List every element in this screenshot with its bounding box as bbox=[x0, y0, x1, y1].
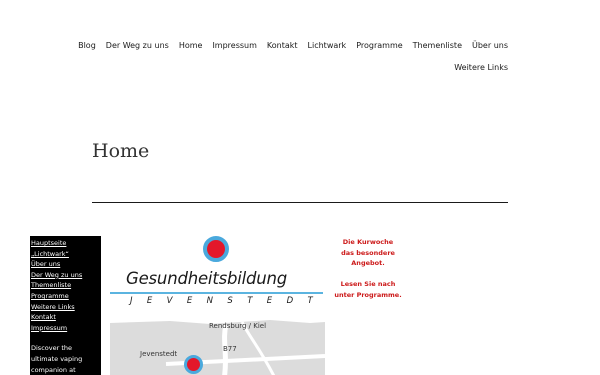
nav-link-weitere-links[interactable]: Weitere Links bbox=[454, 62, 508, 74]
logo-title: Gesundheitsbildung bbox=[126, 269, 288, 288]
sidebar-link-themenliste[interactable]: Themenliste bbox=[31, 280, 99, 291]
logo-map-graphic: Gesundheitsbildung JEVENSTEDT Rendsburg … bbox=[110, 236, 325, 375]
logo-subtitle: JEVENSTEDT bbox=[130, 296, 325, 306]
sidebar-link-programme[interactable]: Programme bbox=[31, 291, 99, 302]
promo-line: companion at bbox=[31, 365, 76, 374]
sidebar-link-lichtwark[interactable]: „Lichtwark“ bbox=[31, 249, 99, 260]
nav-link-ueber-uns[interactable]: Über uns bbox=[472, 40, 508, 52]
location-marker-icon bbox=[184, 355, 203, 374]
sidebar-link-weitere-links[interactable]: Weitere Links bbox=[31, 302, 99, 313]
main-navigation: Blog Der Weg zu uns Home Impressum Konta… bbox=[0, 40, 600, 80]
sidebar-link-hauptseite[interactable]: Hauptseite bbox=[31, 238, 99, 249]
page-title: Home bbox=[92, 140, 150, 162]
notice-paragraph-1: Die Kurwoche das besondere Angebot. bbox=[330, 237, 406, 269]
promo-line: ultimate vaping bbox=[31, 354, 83, 363]
nav-link-kontakt[interactable]: Kontakt bbox=[267, 40, 298, 52]
nav-link-programme[interactable]: Programme bbox=[356, 40, 402, 52]
nav-link-impressum[interactable]: Impressum bbox=[212, 40, 256, 52]
map-label-rendsburg: Rendsburg / Kiel bbox=[209, 322, 267, 330]
nav-link-blog[interactable]: Blog bbox=[78, 40, 96, 52]
nav-link-lichtwark[interactable]: Lichtwark bbox=[308, 40, 347, 52]
notice-line: Die Kurwoche bbox=[342, 238, 394, 246]
map-label-b77: B77 bbox=[223, 345, 237, 353]
offer-notice: Die Kurwoche das besondere Angebot. Lese… bbox=[330, 237, 406, 300]
map-label-jevenstedt: Jevenstedt bbox=[140, 350, 178, 358]
nav-row-primary: Blog Der Weg zu uns Home Impressum Konta… bbox=[78, 40, 508, 52]
notice-line: Lesen Sie nach bbox=[340, 280, 396, 288]
notice-line: Angebot. bbox=[351, 259, 385, 267]
sidebar-menu: Hauptseite „Lichtwark“ Über uns Der Weg … bbox=[30, 236, 101, 375]
sidebar-promo-text: Discover the ultimate vaping companion a… bbox=[31, 343, 99, 375]
notice-line: unter Programme. bbox=[334, 290, 402, 299]
sidebar-link-der-weg-zu-uns[interactable]: Der Weg zu uns bbox=[31, 270, 99, 281]
promo-line: Discover the bbox=[31, 344, 72, 353]
notice-line: das besondere bbox=[341, 248, 395, 257]
nav-link-der-weg-zu-uns[interactable]: Der Weg zu uns bbox=[106, 40, 169, 52]
nav-link-home[interactable]: Home bbox=[179, 40, 203, 52]
title-divider bbox=[92, 202, 508, 203]
sidebar-link-ueber-uns[interactable]: Über uns bbox=[31, 259, 99, 270]
nav-row-secondary: Weitere Links bbox=[454, 62, 508, 74]
sidebar-link-kontakt[interactable]: Kontakt bbox=[31, 312, 99, 323]
red-dot-icon bbox=[203, 236, 229, 262]
logo-underline bbox=[110, 292, 323, 294]
nav-link-themenliste[interactable]: Themenliste bbox=[413, 40, 462, 52]
sidebar-link-impressum[interactable]: Impressum bbox=[31, 323, 99, 334]
notice-paragraph-2: Lesen Sie nach unter Programme. bbox=[330, 279, 406, 300]
